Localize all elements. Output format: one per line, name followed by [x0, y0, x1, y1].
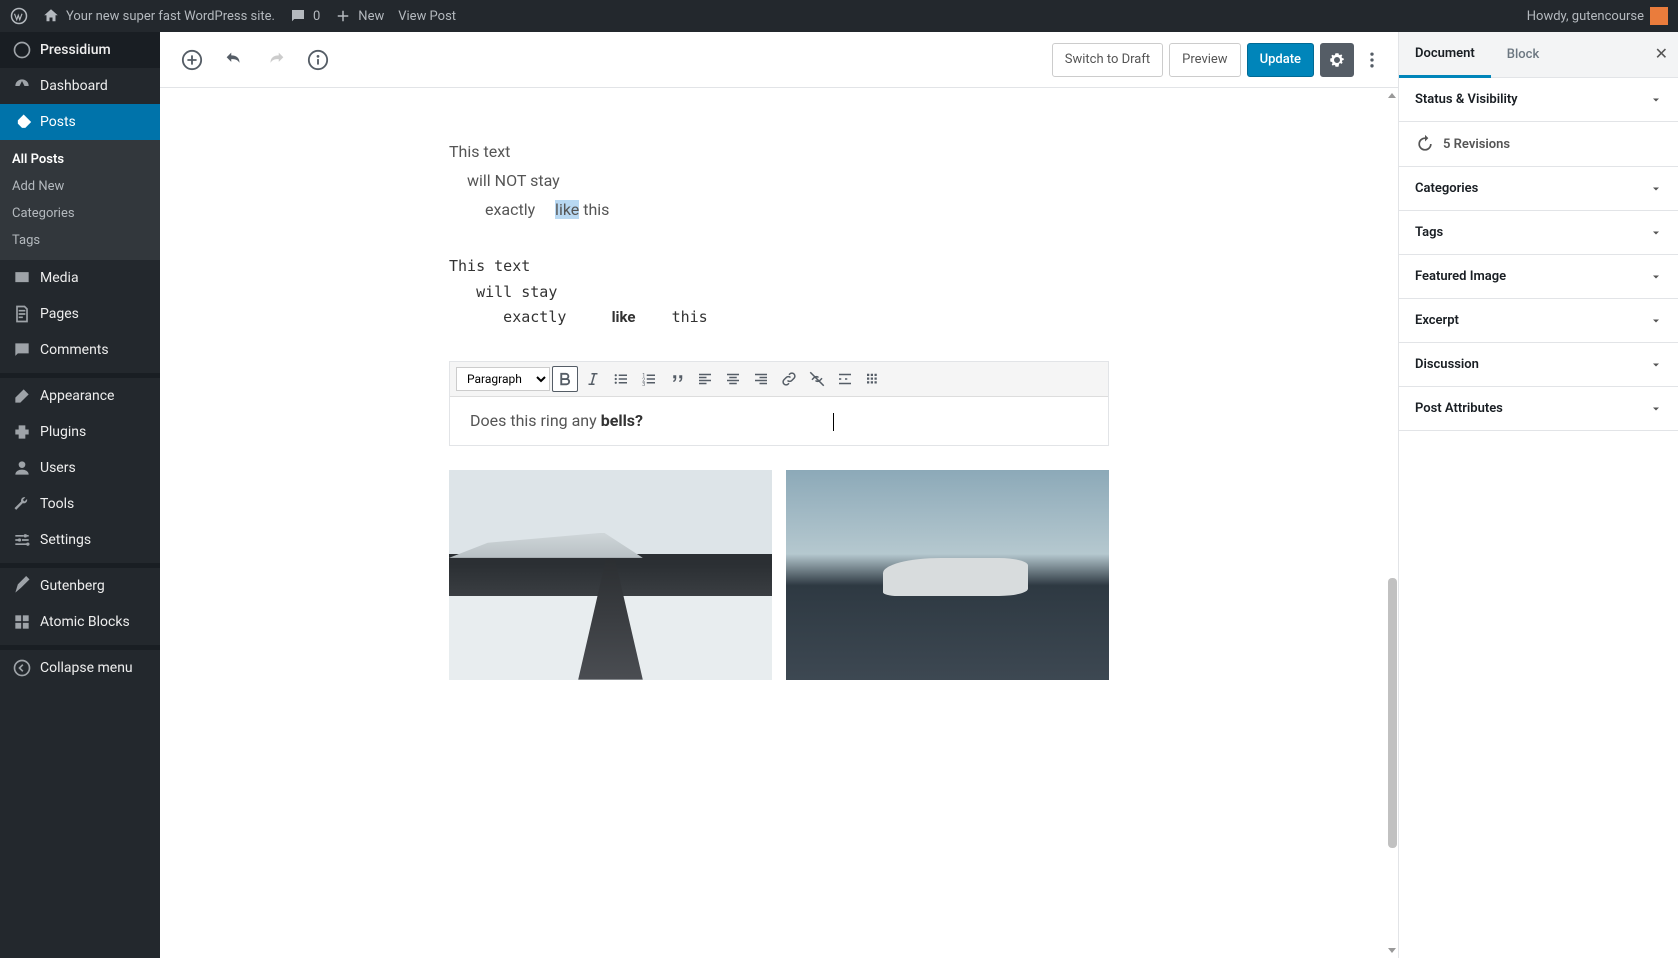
sidebar-item-label: Media [40, 270, 79, 286]
brand-item[interactable]: Pressidium [0, 32, 160, 68]
section-tags[interactable]: Tags [1399, 211, 1678, 255]
wp-logo-icon[interactable] [10, 7, 28, 25]
paragraph-block[interactable]: This text will NOT stay exactly like thi… [449, 138, 1109, 224]
gallery-block[interactable] [449, 470, 1109, 694]
svg-text:3: 3 [642, 382, 645, 388]
scroll-up-icon[interactable] [1388, 90, 1396, 98]
gallery-image[interactable] [786, 470, 1109, 680]
sub-tags[interactable]: Tags [0, 227, 160, 254]
info-button[interactable] [300, 42, 336, 78]
sub-categories[interactable]: Categories [0, 200, 160, 227]
sidebar-item-label: Pages [40, 306, 79, 322]
view-post-link[interactable]: View Post [398, 9, 456, 24]
align-left-icon[interactable] [692, 366, 718, 392]
section-excerpt[interactable]: Excerpt [1399, 299, 1678, 343]
section-discussion[interactable]: Discussion [1399, 343, 1678, 387]
section-featured[interactable]: Featured Image [1399, 255, 1678, 299]
section-attributes[interactable]: Post Attributes [1399, 387, 1678, 431]
insert-more-icon[interactable] [832, 366, 858, 392]
comments-link[interactable]: 0 [289, 7, 320, 25]
switch-draft-button[interactable]: Switch to Draft [1052, 43, 1163, 77]
text-line: exactly like this [449, 196, 1109, 225]
tab-document[interactable]: Document [1399, 32, 1491, 78]
sidebar-item-label: Comments [40, 342, 109, 358]
format-select[interactable]: Paragraph [456, 367, 550, 391]
brand-label: Pressidium [40, 42, 111, 58]
avatar [1650, 7, 1668, 25]
toolbar-toggle-icon[interactable] [860, 366, 886, 392]
sidebar-item-label: Collapse menu [40, 660, 133, 676]
text-line: will NOT stay [449, 167, 1109, 196]
sidebar-item-label: Appearance [40, 388, 114, 404]
new-link[interactable]: New [334, 7, 384, 25]
classic-toolbar: Paragraph 123 [450, 362, 1108, 397]
classic-editable[interactable]: Does this ring any bells? [450, 397, 1108, 445]
editor-toolbar: Switch to Draft Preview Update [160, 32, 1398, 88]
more-menu-button[interactable] [1360, 43, 1384, 77]
settings-toggle-button[interactable] [1320, 43, 1354, 77]
sidebar-item-label: Atomic Blocks [40, 614, 130, 630]
sidebar-item-appearance[interactable]: Appearance [0, 378, 160, 414]
redo-button[interactable] [258, 42, 294, 78]
verse-block[interactable]: This text will stay exactly like this [449, 254, 1109, 331]
bullet-list-icon[interactable] [608, 366, 634, 392]
sidebar-item-comments[interactable]: Comments [0, 332, 160, 368]
align-center-icon[interactable] [720, 366, 746, 392]
posts-submenu: All Posts Add New Categories Tags [0, 140, 160, 260]
sidebar-item-label: Posts [40, 114, 76, 130]
site-link[interactable]: Your new super fast WordPress site. [42, 7, 275, 25]
admin-bar: Your new super fast WordPress site. 0 Ne… [0, 0, 1678, 32]
sidebar-item-plugins[interactable]: Plugins [0, 414, 160, 450]
sidebar-collapse[interactable]: Collapse menu [0, 650, 160, 686]
text-line: This text [449, 138, 1109, 167]
admin-sidebar: Pressidium Dashboard Posts All Posts Add… [0, 32, 160, 958]
revisions-link[interactable]: 5 Revisions [1399, 122, 1678, 167]
settings-panel: Document Block ✕ Status & Visibility 5 R… [1398, 32, 1678, 958]
sidebar-item-label: Tools [40, 496, 74, 512]
sidebar-item-settings[interactable]: Settings [0, 522, 160, 558]
sidebar-item-atomic[interactable]: Atomic Blocks [0, 604, 160, 640]
ordered-list-icon[interactable]: 123 [636, 366, 662, 392]
bold-icon[interactable] [552, 366, 578, 392]
close-icon[interactable]: ✕ [1655, 44, 1668, 63]
sidebar-item-pages[interactable]: Pages [0, 296, 160, 332]
scroll-down-icon[interactable] [1388, 948, 1396, 956]
sidebar-item-media[interactable]: Media [0, 260, 160, 296]
classic-block[interactable]: Paragraph 123 [449, 361, 1109, 446]
sidebar-item-label: Users [40, 460, 76, 476]
sidebar-item-label: Dashboard [40, 78, 108, 94]
editor-canvas[interactable]: This text will NOT stay exactly like thi… [160, 88, 1398, 958]
bold-text: bells? [601, 411, 643, 430]
text: Does this ring any [470, 411, 601, 430]
sidebar-item-gutenberg[interactable]: Gutenberg [0, 568, 160, 604]
undo-button[interactable] [216, 42, 252, 78]
highlighted-text: like [555, 200, 579, 219]
sidebar-item-tools[interactable]: Tools [0, 486, 160, 522]
sidebar-item-posts[interactable]: Posts [0, 104, 160, 140]
align-right-icon[interactable] [748, 366, 774, 392]
sub-add-new[interactable]: Add New [0, 173, 160, 200]
text-cursor-icon [833, 413, 834, 431]
update-button[interactable]: Update [1247, 43, 1314, 77]
sidebar-item-dashboard[interactable]: Dashboard [0, 68, 160, 104]
sidebar-item-label: Gutenberg [40, 578, 105, 594]
sub-all-posts[interactable]: All Posts [0, 146, 160, 173]
tab-block[interactable]: Block [1491, 33, 1555, 76]
italic-icon[interactable] [580, 366, 606, 392]
scrollbar-thumb[interactable] [1388, 578, 1397, 848]
section-categories[interactable]: Categories [1399, 167, 1678, 211]
add-block-button[interactable] [174, 42, 210, 78]
preview-button[interactable]: Preview [1169, 43, 1240, 77]
sidebar-item-label: Plugins [40, 424, 86, 440]
howdy-user[interactable]: Howdy, gutencourse [1527, 7, 1668, 25]
sidebar-item-label: Settings [40, 532, 91, 548]
section-status[interactable]: Status & Visibility [1399, 78, 1678, 122]
gallery-image[interactable] [449, 470, 772, 680]
sidebar-item-users[interactable]: Users [0, 450, 160, 486]
link-icon[interactable] [776, 366, 802, 392]
editor-area: Switch to Draft Preview Update This text… [160, 32, 1398, 958]
quote-icon[interactable] [664, 366, 690, 392]
unlink-icon[interactable] [804, 366, 830, 392]
